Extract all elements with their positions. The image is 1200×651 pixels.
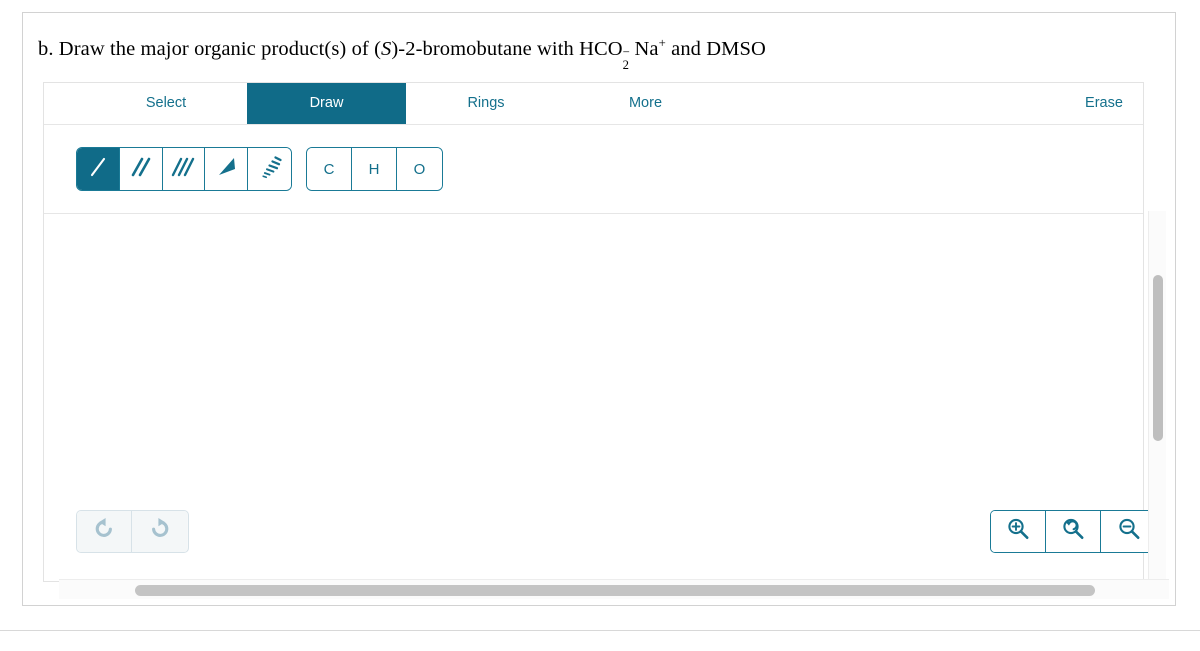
undo-button[interactable] — [77, 511, 132, 552]
single-bond-icon — [83, 152, 113, 187]
wedge-bond-icon — [211, 152, 241, 187]
tab-erase[interactable]: Erase — [1044, 83, 1164, 124]
molecule-editor: Select Draw Rings More Erase C H O — [43, 82, 1144, 582]
zoom-button-group — [990, 510, 1158, 553]
drawing-canvas[interactable] — [44, 214, 1143, 581]
horizontal-scrollbar[interactable] — [59, 579, 1169, 599]
page-bottom-divider — [0, 630, 1200, 631]
atom-button-c[interactable]: C — [307, 148, 352, 190]
single-bond-tool[interactable] — [77, 148, 120, 190]
hash-bond-icon — [255, 152, 285, 187]
bond-tool-group — [76, 147, 292, 191]
sodium-symbol: Na — [634, 38, 659, 60]
double-bond-icon — [126, 152, 156, 187]
triple-bond-icon — [168, 152, 198, 187]
vertical-scrollbar[interactable] — [1148, 211, 1166, 581]
prompt-suffix: and DMSO — [665, 38, 766, 60]
tab-more[interactable]: More — [566, 83, 725, 124]
zoom-reset-button[interactable] — [1046, 511, 1101, 552]
triple-bond-tool[interactable] — [162, 148, 206, 190]
prompt-prefix: b. Draw the major organic product(s) of … — [38, 38, 382, 60]
history-button-group — [76, 510, 189, 553]
zoom-in-button[interactable] — [991, 511, 1046, 552]
tab-draw[interactable]: Draw — [247, 83, 406, 124]
question-prompt: b. Draw the major organic product(s) of … — [38, 36, 1148, 71]
tab-rings[interactable]: Rings — [406, 83, 566, 124]
drawing-canvas-wrapper — [44, 214, 1143, 581]
tab-select[interactable]: Select — [85, 83, 247, 124]
horizontal-scrollbar-thumb[interactable] — [135, 585, 1095, 596]
zoom-in-icon — [1004, 515, 1032, 548]
prompt-stereodescriptor: S — [381, 38, 392, 60]
sodium-plus-charge: + — [658, 36, 666, 51]
zoom-out-icon — [1115, 515, 1143, 548]
question-card: b. Draw the major organic product(s) of … — [22, 12, 1176, 606]
zoom-reset-icon — [1059, 515, 1087, 548]
vertical-scrollbar-thumb[interactable] — [1153, 275, 1163, 441]
double-bond-tool[interactable] — [119, 148, 163, 190]
redo-icon — [147, 516, 173, 547]
redo-button[interactable] — [132, 511, 187, 552]
prompt-middle: )-2-bromobutane with HCO — [391, 38, 623, 60]
editor-tab-bar: Select Draw Rings More Erase — [44, 83, 1143, 125]
hash-bond-tool[interactable] — [248, 148, 291, 190]
undo-icon — [91, 516, 117, 547]
formate-minus-charge: − — [622, 44, 630, 59]
atom-button-h[interactable]: H — [352, 148, 397, 190]
atom-button-o[interactable]: O — [397, 148, 442, 190]
formate-subscript-two: 2 — [622, 57, 630, 72]
draw-tool-strip: C H O — [44, 125, 1143, 214]
wedge-bond-tool[interactable] — [205, 148, 249, 190]
atom-button-group: C H O — [306, 147, 443, 191]
